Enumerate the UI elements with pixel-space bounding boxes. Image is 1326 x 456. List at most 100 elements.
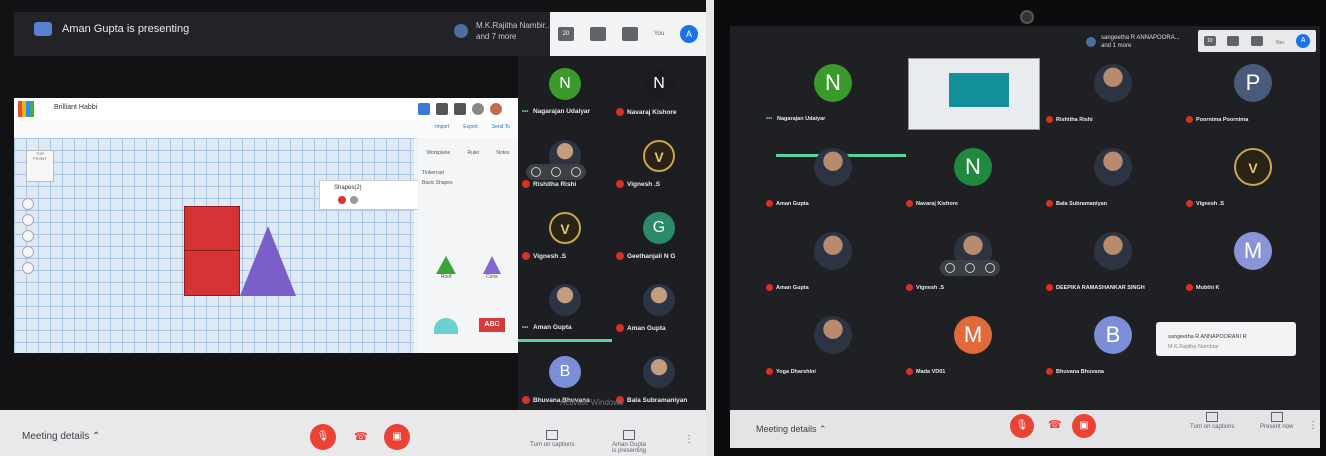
participant-tile[interactable]: N ••• Nagarajan Udaiyar: [760, 56, 905, 132]
mic-off-button[interactable]: 🎙: [310, 424, 336, 450]
end-call-icon[interactable]: ☎: [354, 430, 368, 443]
participant-tile[interactable]: Rishitha Rishi: [1040, 56, 1185, 132]
participant-tile[interactable]: M Mada VD01: [900, 308, 1045, 384]
participant-tile[interactable]: Vignesh .S: [900, 224, 1045, 300]
pin-icon[interactable]: [531, 167, 541, 177]
you-label: You: [1275, 40, 1284, 46]
mic-off-icon: [1186, 116, 1193, 123]
participant-tile[interactable]: Bala Subramaniyan: [612, 344, 706, 416]
participant-photo: [1094, 148, 1132, 186]
participant-name: Vignesh .S: [1186, 200, 1224, 207]
activities-icon[interactable]: [622, 27, 638, 41]
view-cube-front: FRONT: [33, 156, 47, 161]
participant-tile[interactable]: DEEPIKA RAMASHANKAR SINGH: [1040, 224, 1185, 300]
fit-view-icon[interactable]: [22, 214, 34, 226]
roof-shape-item[interactable]: Roof: [426, 256, 466, 280]
participant-tile[interactable]: P Poornima Poornima: [1180, 56, 1325, 132]
meeting-details-button[interactable]: Meeting details ⌃: [22, 431, 100, 442]
import-button[interactable]: Import: [435, 124, 449, 130]
presenting-button[interactable]: Aman Gupta is presenting: [612, 430, 646, 454]
hammer-icon[interactable]: [436, 103, 448, 115]
self-avatar[interactable]: A: [1296, 34, 1311, 48]
participant-tile[interactable]: M Mubthi K: [1180, 224, 1325, 300]
participant-tile[interactable]: N Navaraj Kishore: [612, 56, 706, 128]
end-call-icon[interactable]: ☎: [1048, 418, 1062, 431]
participant-tile[interactable]: N Navaraj Kishore: [900, 140, 1045, 216]
people-icon[interactable]: 20: [558, 27, 574, 41]
half-sphere-shape-item[interactable]: [426, 318, 466, 334]
participant-tile[interactable]: [900, 56, 1045, 132]
mic-off-icon: [616, 324, 624, 332]
participant-tile[interactable]: V Vignesh .S: [612, 128, 706, 200]
people-icon[interactable]: 10: [1203, 36, 1216, 46]
camera-off-button[interactable]: ▣: [1072, 414, 1096, 438]
workplane-button[interactable]: Workplane: [427, 150, 451, 156]
mic-off-icon: [1046, 368, 1053, 375]
self-avatar[interactable]: A: [680, 25, 698, 43]
participant-tile[interactable]: ••• Aman Gupta: [518, 272, 612, 344]
more-options-icon[interactable]: ⋮: [684, 434, 694, 445]
chat-icon[interactable]: [590, 27, 606, 41]
shapes-panel-title: Shapes(2): [334, 185, 362, 191]
mic-off-icon: [616, 252, 624, 260]
ruler-button[interactable]: Ruler: [467, 150, 479, 156]
mic-off-icon: [522, 252, 530, 260]
participant-avatar: N: [814, 64, 852, 102]
export-button[interactable]: Export: [463, 124, 477, 130]
activities-icon[interactable]: [1250, 36, 1263, 46]
remove-icon[interactable]: [571, 167, 581, 177]
participant-photo: [1094, 232, 1132, 270]
captions-button[interactable]: Turn on captions: [530, 430, 574, 448]
zoom-in-icon[interactable]: [22, 230, 34, 242]
gallery-icon[interactable]: [454, 103, 466, 115]
participant-tile[interactable]: V Vignesh .S: [518, 200, 612, 272]
participant-tile[interactable]: G Geethanjali N G: [612, 200, 706, 272]
red-box-shape[interactable]: [184, 206, 240, 296]
chat-icon[interactable]: [1227, 36, 1240, 46]
pin-icon[interactable]: [945, 263, 955, 273]
shapes-library: Workplane Ruler Notes Tinkercad Basic Sh…: [418, 138, 518, 353]
participant-tile[interactable]: B Bhuvana Bhuvana: [1040, 308, 1185, 384]
participant-name: ••• Nagarajan Udaiyar: [766, 116, 826, 122]
solid-color-swatch[interactable]: [338, 196, 346, 204]
present-now-button[interactable]: Present now: [1260, 412, 1293, 430]
home-view-icon[interactable]: [22, 198, 34, 210]
text-shape-item[interactable]: ABC: [472, 318, 512, 332]
library-category[interactable]: Basic Shapes: [418, 178, 518, 188]
captions-button[interactable]: Turn on captions: [1190, 412, 1234, 430]
participant-tile[interactable]: Aman Gupta: [760, 224, 905, 300]
hole-swatch[interactable]: [350, 196, 358, 204]
mic-off-icon: [906, 284, 913, 291]
participant-tile[interactable]: N ••• Nagarajan Udaiyar: [518, 56, 612, 128]
grid-view-icon[interactable]: [418, 103, 430, 115]
participant-tile[interactable]: V Vignesh .S: [1180, 140, 1325, 216]
participant-tile[interactable]: Rishitha Rishi: [518, 128, 612, 200]
mic-off-button[interactable]: 🎙: [1010, 414, 1034, 438]
participant-name: Rishitha Rishi: [522, 180, 612, 188]
mute-icon[interactable]: [965, 263, 975, 273]
notes-button[interactable]: Notes: [496, 150, 509, 156]
user-add-icon[interactable]: [472, 103, 484, 115]
participants-summary[interactable]: M.K.Rajitha Nambir... and 7 more: [454, 20, 552, 42]
camera-off-button[interactable]: ▣: [384, 424, 410, 450]
participant-name: ••• Aman Gupta: [522, 324, 572, 331]
send-to-button[interactable]: Send To: [492, 124, 510, 130]
zoom-out-icon[interactable]: [22, 246, 34, 258]
participant-tile[interactable]: Aman Gupta: [760, 140, 905, 216]
user-avatar[interactable]: [490, 103, 502, 115]
more-options-icon[interactable]: ⋮: [1308, 420, 1318, 431]
perspective-icon[interactable]: [22, 262, 34, 274]
right-participants-summary[interactable]: sangeetha R ANNAPOORA... and 1 more: [1086, 34, 1180, 50]
participant-tile[interactable]: Yoga Dharshini: [760, 308, 905, 384]
cone-shape-item[interactable]: Cone: [472, 256, 512, 280]
remove-icon[interactable]: [985, 263, 995, 273]
mute-icon[interactable]: [551, 167, 561, 177]
meeting-details-button[interactable]: Meeting details ⌃: [756, 424, 827, 435]
purple-cone-shape[interactable]: [240, 226, 296, 296]
tinkercad-toolbar: Import Export Send To: [14, 120, 518, 139]
project-name[interactable]: Brilliant Habbi: [54, 104, 97, 111]
participant-tile[interactable]: Aman Gupta: [612, 272, 706, 344]
participant-tile[interactable]: Bala Subramaniyan: [1040, 140, 1185, 216]
view-cube[interactable]: TOP FRONT: [26, 150, 54, 182]
workplane-grid[interactable]: TOP FRONT Shapes(2): [14, 138, 419, 353]
